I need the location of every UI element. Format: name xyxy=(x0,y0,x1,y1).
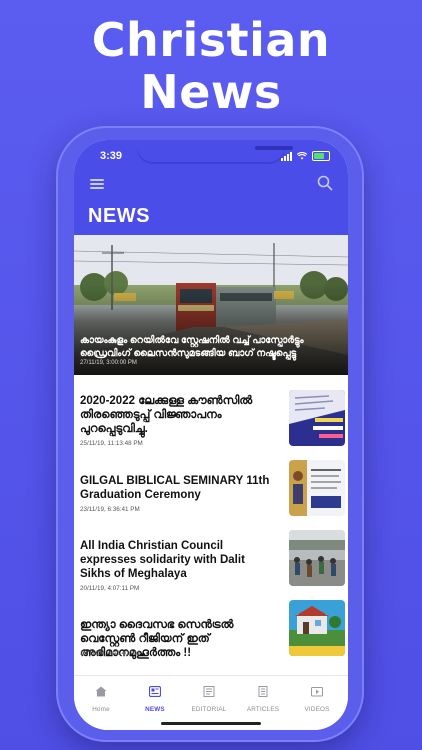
articles-icon xyxy=(258,686,268,697)
tab-articles[interactable]: ARTICLES xyxy=(236,684,290,713)
status-icons xyxy=(281,151,330,161)
article-date: 20/11/19, 4:07:11 PM xyxy=(80,585,140,592)
article-thumbnail[interactable] xyxy=(289,600,345,656)
tab-videos[interactable]: VIDEOS xyxy=(290,684,344,713)
tab-label: Home xyxy=(92,706,110,713)
tab-label: NEWS xyxy=(145,706,165,713)
hero-headline[interactable]: കായംകുളം റെയിൽവേ സ്റ്റേഷനിൽ വച്ച് പാസ്പോ… xyxy=(80,334,342,360)
list-item[interactable]: GILGAL BIBLICAL SEMINARY 11th Graduation… xyxy=(74,460,348,520)
article-date: 23/11/19, 6:36:41 PM xyxy=(80,506,140,513)
list-item[interactable]: ഇന്ത്യാ ദൈവസഭ സെൻട്രൽ വെസ്റ്റേൺ റീജിയന് … xyxy=(74,600,348,660)
hero-date: 27/11/19, 3:00:00 PM xyxy=(80,360,137,366)
tab-label: VIDEOS xyxy=(304,706,330,713)
page-title: NEWS xyxy=(88,205,150,227)
article-title[interactable]: All India Christian Council expresses so… xyxy=(80,539,270,581)
tab-label: ARTICLES xyxy=(246,706,280,713)
phone-notch xyxy=(137,140,293,162)
article-thumbnail[interactable] xyxy=(289,390,345,446)
home-indicator[interactable] xyxy=(161,722,261,725)
tab-news[interactable]: NEWS xyxy=(128,684,182,713)
status-time: 3:39 xyxy=(100,150,123,162)
tab-label: EDITORIAL xyxy=(191,706,227,713)
search-icon[interactable] xyxy=(317,175,333,191)
news-icon xyxy=(148,685,162,698)
bottom-tab-bar: Home NEWS EDITORIAL ARTICLES VIDEOS xyxy=(74,675,348,730)
promo-title-line2: News xyxy=(140,65,282,119)
article-title[interactable]: GILGAL BIBLICAL SEMINARY 11th Graduation… xyxy=(80,474,270,502)
article-thumbnail[interactable] xyxy=(289,460,345,516)
videos-icon xyxy=(311,687,323,697)
article-date: 25/11/19, 11:13:48 PM xyxy=(80,440,143,447)
tab-home[interactable]: Home xyxy=(74,684,128,713)
article-date: 16/11/19, 4:48:40 PM xyxy=(80,650,140,657)
promo-title-line1: Christian xyxy=(91,13,331,67)
app-screen: 3:39 NEWS കായംകുളം റെയിൽവേ സ്റ്റേഷനിൽ വച… xyxy=(74,140,348,730)
article-thumbnail[interactable] xyxy=(289,530,345,586)
wifi-icon xyxy=(297,152,307,160)
app-header: 3:39 NEWS xyxy=(74,140,348,235)
tab-editorial[interactable]: EDITORIAL xyxy=(182,684,236,713)
promo-title: Christian News xyxy=(0,14,422,118)
article-title[interactable]: 2020-2022 ലേക്കുള്ള കൗൺസിൽ തിരഞ്ഞെടുപ്പ്… xyxy=(80,394,270,436)
hero-news-card[interactable]: കായംകുളം റെയിൽവേ സ്റ്റേഷനിൽ വച്ച് പാസ്പോ… xyxy=(74,235,348,375)
editorial-icon xyxy=(203,686,215,697)
battery-icon xyxy=(312,151,330,161)
list-item[interactable]: All India Christian Council expresses so… xyxy=(74,530,348,592)
list-item[interactable]: 2020-2022 ലേക്കുള്ള കൗൺസിൽ തിരഞ്ഞെടുപ്പ്… xyxy=(74,390,348,450)
hamburger-menu-icon[interactable] xyxy=(90,179,104,189)
home-icon xyxy=(95,686,107,697)
